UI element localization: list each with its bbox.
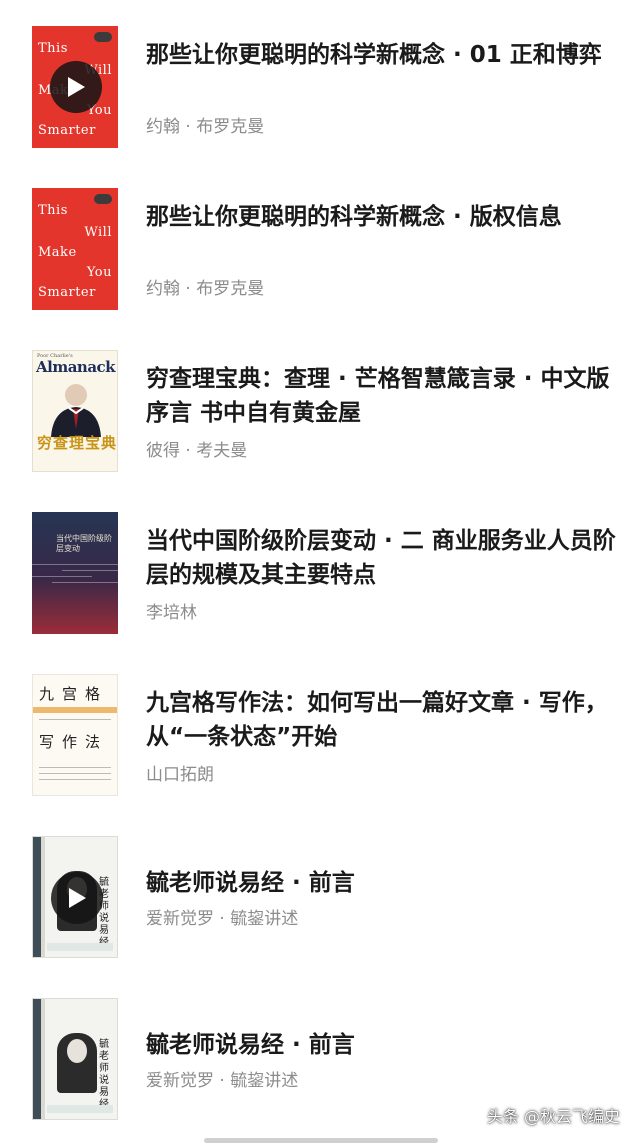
book-cover[interactable]: 毓老师说易经 (32, 998, 118, 1120)
cover-word: You (86, 265, 112, 280)
book-item[interactable]: 当代中国阶级阶层变动 当代中国阶级阶层变动 · 二 商业服务业人员阶层的规模及其… (0, 512, 640, 636)
book-title[interactable]: 毓老师说易经 · 前言 (146, 866, 616, 900)
portrait-image (51, 384, 101, 437)
book-title[interactable]: 穷查理宝典：查理 · 芒格智慧箴言录 · 中文版序言 书中自有黄金屋 (146, 362, 616, 430)
book-item[interactable]: Poor Charlie's Almanack 穷查理宝典 穷查理宝典：查理 ·… (0, 350, 640, 474)
cover-band (47, 1105, 113, 1113)
cover-divider (32, 564, 118, 565)
cover-spine (33, 837, 41, 957)
portrait-face (67, 1039, 87, 1063)
cover-cn-title: 穷查理宝典 (37, 434, 118, 452)
cover-word: This (38, 203, 68, 218)
cover-divider (39, 767, 111, 768)
book-title[interactable]: 当代中国阶级阶层变动 · 二 商业服务业人员阶层的规模及其主要特点 (146, 524, 616, 592)
cover-band (33, 707, 117, 713)
book-cover[interactable]: This Will Make You Smarter (32, 26, 118, 148)
cover-divider (39, 779, 111, 780)
play-icon[interactable] (51, 872, 103, 924)
play-icon[interactable] (50, 61, 102, 113)
book-cover[interactable]: Poor Charlie's Almanack 穷查理宝典 (32, 350, 118, 472)
book-item[interactable]: This Will Make You Smarter 那些让你更聪明的科学新概念… (0, 26, 640, 150)
book-title[interactable]: 毓老师说易经 · 前言 (146, 1028, 616, 1062)
book-author: 李培林 (146, 603, 197, 623)
cover-title: 九宫格 (39, 685, 109, 703)
watermark: 头条 @秋云飞编史 (486, 1107, 620, 1126)
cover-title: 毓老师说易经 (99, 1039, 109, 1110)
cover-title: Almanack (36, 358, 116, 376)
cover-word: Will (84, 225, 112, 240)
book-author: 约翰 · 布罗克曼 (146, 279, 265, 299)
cover-divider (39, 773, 111, 774)
book-item[interactable]: 九宫格 写作法 九宫格写作法：如何写出一篇好文章 · 写作，从“一条状态”开始 … (0, 674, 640, 798)
cover-word: This (38, 41, 68, 56)
cover-divider (52, 582, 118, 583)
book-cover[interactable]: 当代中国阶级阶层变动 (32, 512, 118, 634)
home-indicator[interactable] (204, 1138, 438, 1143)
cover-word: Make (38, 245, 77, 260)
book-title[interactable]: 那些让你更聪明的科学新概念 · 版权信息 (146, 200, 616, 234)
cover-divider (62, 570, 118, 571)
cover-spine (41, 999, 45, 1119)
book-author: 山口拓朗 (146, 765, 214, 785)
cover-spine (33, 999, 41, 1119)
cover-title: 写作法 (39, 733, 109, 751)
cover-title: 当代中国阶级阶层变动 (56, 534, 112, 553)
cover-spine (41, 837, 45, 957)
cover-divider (39, 719, 111, 720)
book-item[interactable]: 毓老师说易经 毓老师说易经 · 前言 爱新觉罗 · 毓鋆讲述 (0, 836, 640, 960)
badge-icon (94, 194, 112, 204)
cover-divider (32, 576, 92, 577)
book-item[interactable]: 毓老师说易经 毓老师说易经 · 前言 爱新觉罗 · 毓鋆讲述 (0, 998, 640, 1122)
cover-word: Smarter (38, 123, 96, 138)
book-title[interactable]: 九宫格写作法：如何写出一篇好文章 · 写作，从“一条状态”开始 (146, 686, 616, 754)
cover-band (47, 943, 113, 951)
book-author: 彼得 · 考夫曼 (146, 441, 248, 461)
book-author: 约翰 · 布罗克曼 (146, 117, 265, 137)
book-item[interactable]: This Will Make You Smarter 那些让你更聪明的科学新概念… (0, 188, 640, 312)
badge-icon (94, 32, 112, 42)
book-title[interactable]: 那些让你更聪明的科学新概念 · 01 正和博弈 (146, 38, 616, 72)
book-cover[interactable]: 九宫格 写作法 (32, 674, 118, 796)
book-cover[interactable]: This Will Make You Smarter (32, 188, 118, 310)
book-author: 爱新觉罗 · 毓鋆讲述 (146, 1071, 299, 1091)
cover-word: Smarter (38, 285, 96, 300)
book-author: 爱新觉罗 · 毓鋆讲述 (146, 909, 299, 929)
book-cover[interactable]: 毓老师说易经 (32, 836, 118, 958)
